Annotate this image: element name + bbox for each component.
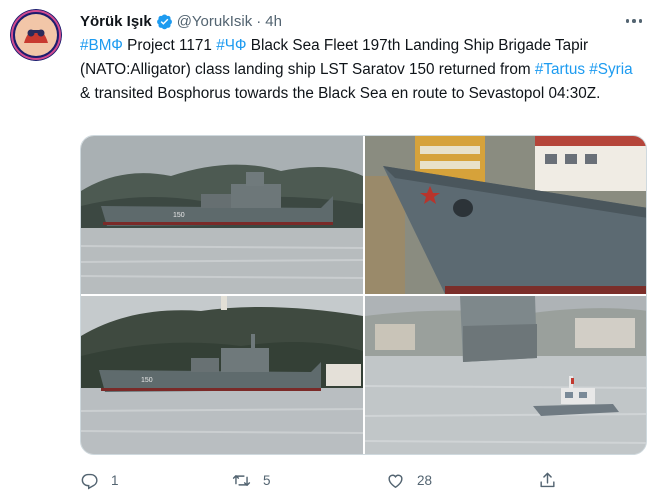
- tweet-header: Yörük Işık @YorukIsik · 4h: [80, 11, 282, 31]
- hull-number-label: 150: [141, 377, 153, 384]
- hashtag-vmf[interactable]: #ВМФ: [80, 37, 123, 54]
- tweet-text: #ВМФ Project 1171 #ЧФ Black Sea Fleet 19…: [80, 34, 645, 106]
- tweet-timestamp[interactable]: 4h: [265, 13, 282, 30]
- avatar[interactable]: [10, 9, 62, 61]
- tweet-text-segment: & transited Bosphorus towards the Black …: [80, 85, 601, 102]
- share-icon: [540, 472, 555, 487]
- reply-icon: [81, 473, 98, 489]
- hashtag-syria[interactable]: #Syria: [589, 61, 632, 78]
- verified-badge-icon: [156, 13, 173, 30]
- reply-button[interactable]: 1: [80, 471, 119, 490]
- like-count: 28: [417, 472, 433, 488]
- reply-count: 1: [111, 472, 119, 488]
- hashtag-chf[interactable]: #ЧФ: [216, 37, 246, 54]
- tweet-actions: 1 5 28: [80, 468, 560, 492]
- photo-ship-stern-small-boat[interactable]: [365, 296, 646, 454]
- retweet-count: 5: [263, 472, 271, 488]
- share-button[interactable]: [538, 471, 557, 490]
- photo-ship-bow-closeup[interactable]: [365, 136, 646, 294]
- hull-number-label: 150: [173, 212, 185, 219]
- photo-ship-side-view[interactable]: 150: [81, 136, 363, 294]
- display-name[interactable]: Yörük Işık: [80, 13, 152, 30]
- avatar-image: [10, 9, 62, 61]
- hashtag-tartus[interactable]: #Tartus: [535, 61, 585, 78]
- more-options-icon[interactable]: [623, 12, 645, 30]
- photo-ship-with-hillside[interactable]: 150: [81, 296, 363, 454]
- media-grid: 150 150: [80, 135, 647, 455]
- separator-dot: ·: [256, 12, 262, 30]
- retweet-icon: [232, 474, 251, 486]
- like-icon: [388, 474, 403, 488]
- like-button[interactable]: 28: [386, 471, 432, 490]
- retweet-button[interactable]: 5: [232, 471, 271, 490]
- user-handle[interactable]: @YorukIsik: [177, 13, 253, 30]
- tweet-text-segment: Project 1171: [122, 37, 217, 54]
